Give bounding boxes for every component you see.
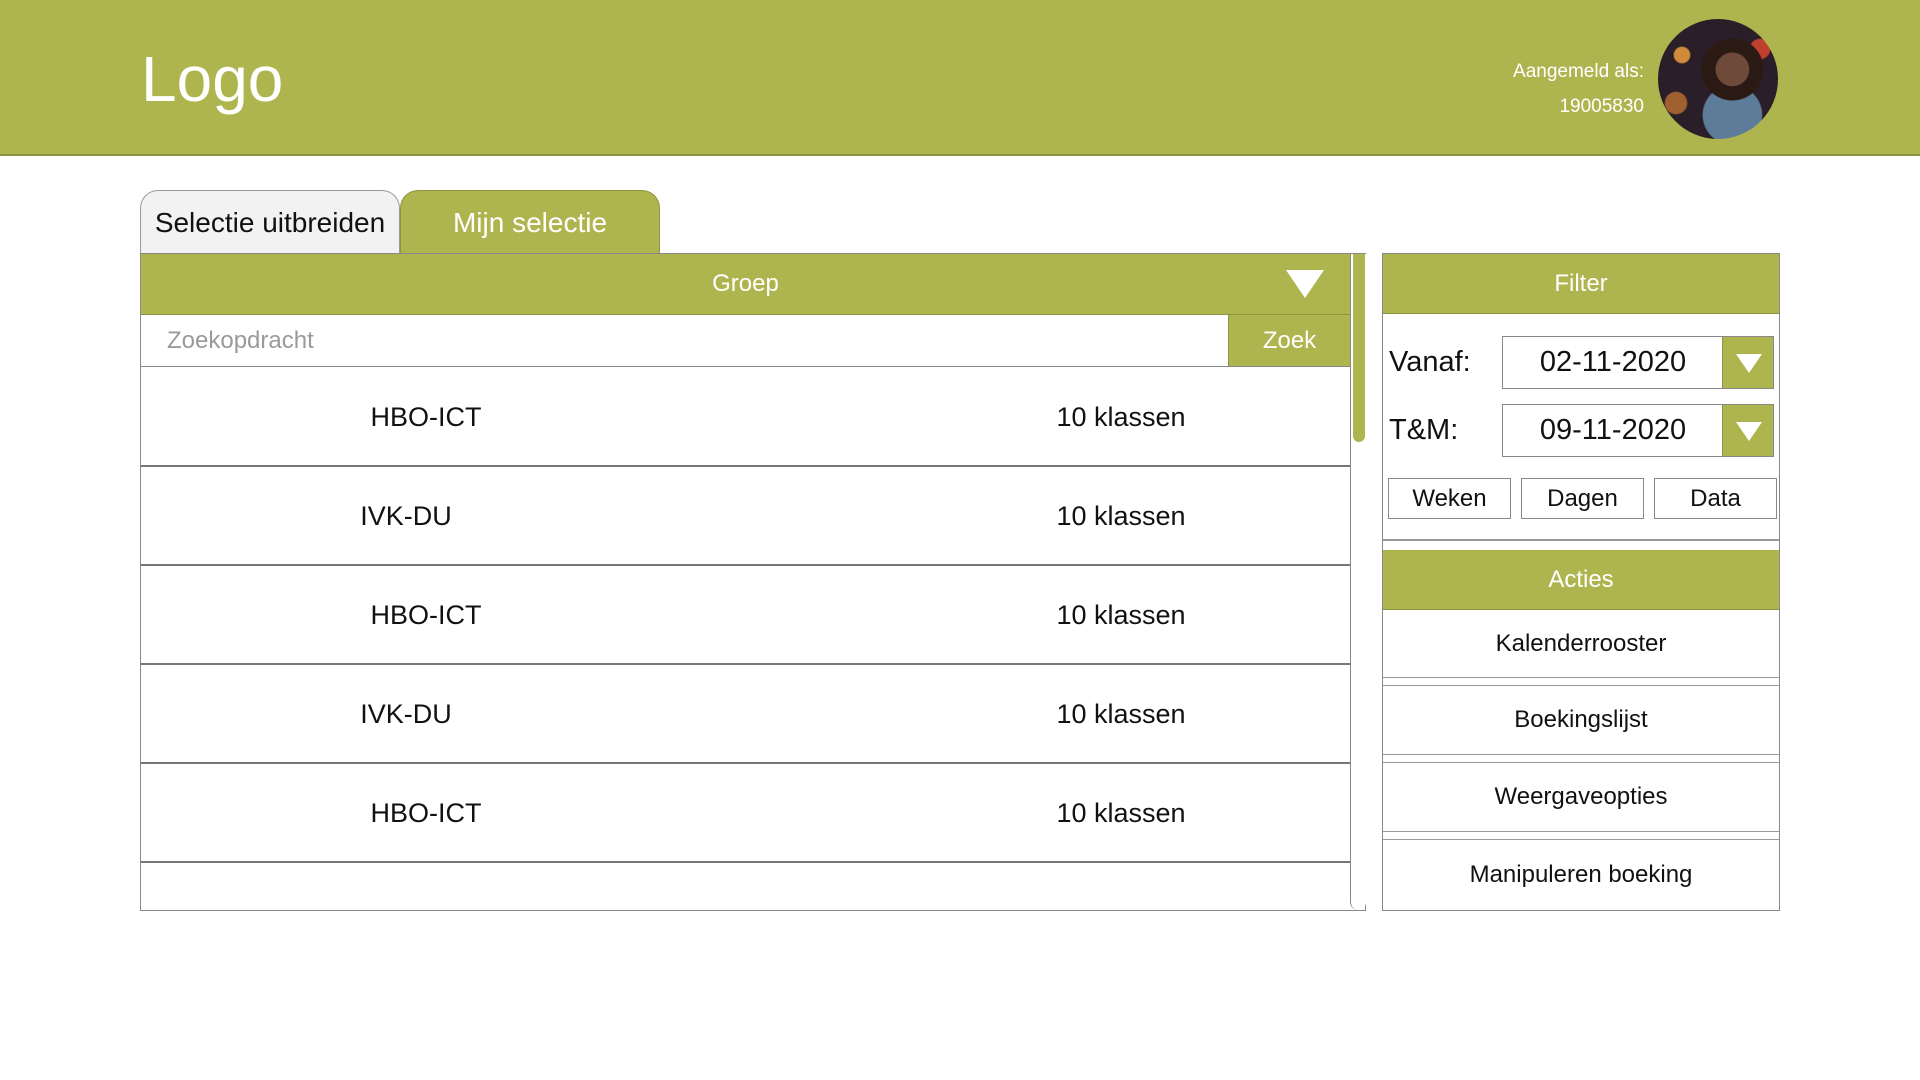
list-item-count: 10 klassen: [1056, 402, 1186, 432]
list-item[interactable]: HBO-ICT 10 klassen: [141, 566, 1350, 665]
divider: [1383, 754, 1779, 763]
search-input[interactable]: [141, 315, 1228, 366]
list-item-count: 10 klassen: [1056, 600, 1186, 630]
filter-header: Filter: [1383, 254, 1779, 314]
logged-in-label: Aangemeld als:: [1513, 61, 1644, 82]
action-boekingslijst[interactable]: Boekingslijst: [1383, 686, 1779, 754]
list-item-count: 10 klassen: [1056, 798, 1186, 828]
days-button[interactable]: Dagen: [1521, 478, 1644, 519]
logo[interactable]: Logo: [141, 42, 283, 116]
from-date-label: Vanaf:: [1389, 346, 1471, 378]
divider: [1383, 677, 1779, 686]
dropdown-arrow-icon[interactable]: [1286, 270, 1324, 298]
actions-header: Acties: [1383, 550, 1779, 610]
list-item-count: 10 klassen: [1056, 501, 1186, 531]
action-kalenderrooster[interactable]: Kalenderrooster: [1383, 611, 1779, 677]
to-date-label: T&M:: [1389, 414, 1459, 446]
weeks-button[interactable]: Weken: [1388, 478, 1511, 519]
list-item-name: HBO-ICT: [370, 798, 482, 828]
scrollbar[interactable]: [1350, 254, 1366, 910]
to-date-field[interactable]: 09-11-2020: [1502, 404, 1774, 457]
avatar[interactable]: [1658, 19, 1778, 139]
action-weergaveopties[interactable]: Weergaveopties: [1383, 763, 1779, 831]
calendar-dropdown-icon: [1736, 354, 1762, 373]
list-item-name: HBO-ICT: [370, 600, 482, 630]
group-list: HBO-ICT 10 klassen IVK-DU 10 klassen HBO…: [141, 368, 1350, 863]
scroll-thumb[interactable]: [1353, 254, 1365, 442]
group-dropdown[interactable]: Groep: [141, 254, 1350, 315]
list-item[interactable]: HBO-ICT 10 klassen: [141, 368, 1350, 467]
list-item[interactable]: HBO-ICT 10 klassen: [141, 764, 1350, 863]
to-date-dropdown-button[interactable]: [1722, 405, 1773, 456]
list-item-name: IVK-DU: [360, 501, 452, 531]
divider: [1383, 831, 1779, 840]
user-info: Aangemeld als: 19005830: [1513, 54, 1644, 124]
top-header: Logo Aangemeld als: 19005830: [0, 0, 1920, 156]
from-date-dropdown-button[interactable]: [1722, 337, 1773, 388]
divider: [1383, 539, 1779, 541]
tab-selectie-uitbreiden[interactable]: Selectie uitbreiden: [140, 190, 400, 254]
from-date-field[interactable]: 02-11-2020: [1502, 336, 1774, 389]
group-list-panel: Groep Zoek HBO-ICT 10 klassen IVK-DU 10 …: [140, 253, 1366, 911]
list-item-count: 10 klassen: [1056, 699, 1186, 729]
from-date-value[interactable]: 02-11-2020: [1503, 337, 1723, 388]
side-panel: Filter Vanaf: 02-11-2020 T&M: 09-11-2020…: [1382, 253, 1780, 911]
search-button[interactable]: Zoek: [1228, 315, 1350, 366]
list-item-name: HBO-ICT: [370, 402, 482, 432]
tab-mijn-selectie[interactable]: Mijn selectie: [400, 190, 660, 254]
dates-button[interactable]: Data: [1654, 478, 1777, 519]
group-dropdown-label: Groep: [712, 270, 779, 297]
action-manipuleren-boeking[interactable]: Manipuleren boeking: [1383, 840, 1779, 910]
user-id: 19005830: [1559, 96, 1644, 117]
list-item-name: IVK-DU: [360, 699, 452, 729]
list-item[interactable]: IVK-DU 10 klassen: [141, 467, 1350, 566]
calendar-dropdown-icon: [1736, 422, 1762, 441]
to-date-value[interactable]: 09-11-2020: [1503, 405, 1723, 456]
list-item[interactable]: IVK-DU 10 klassen: [141, 665, 1350, 764]
search-row: Zoek: [141, 315, 1350, 367]
